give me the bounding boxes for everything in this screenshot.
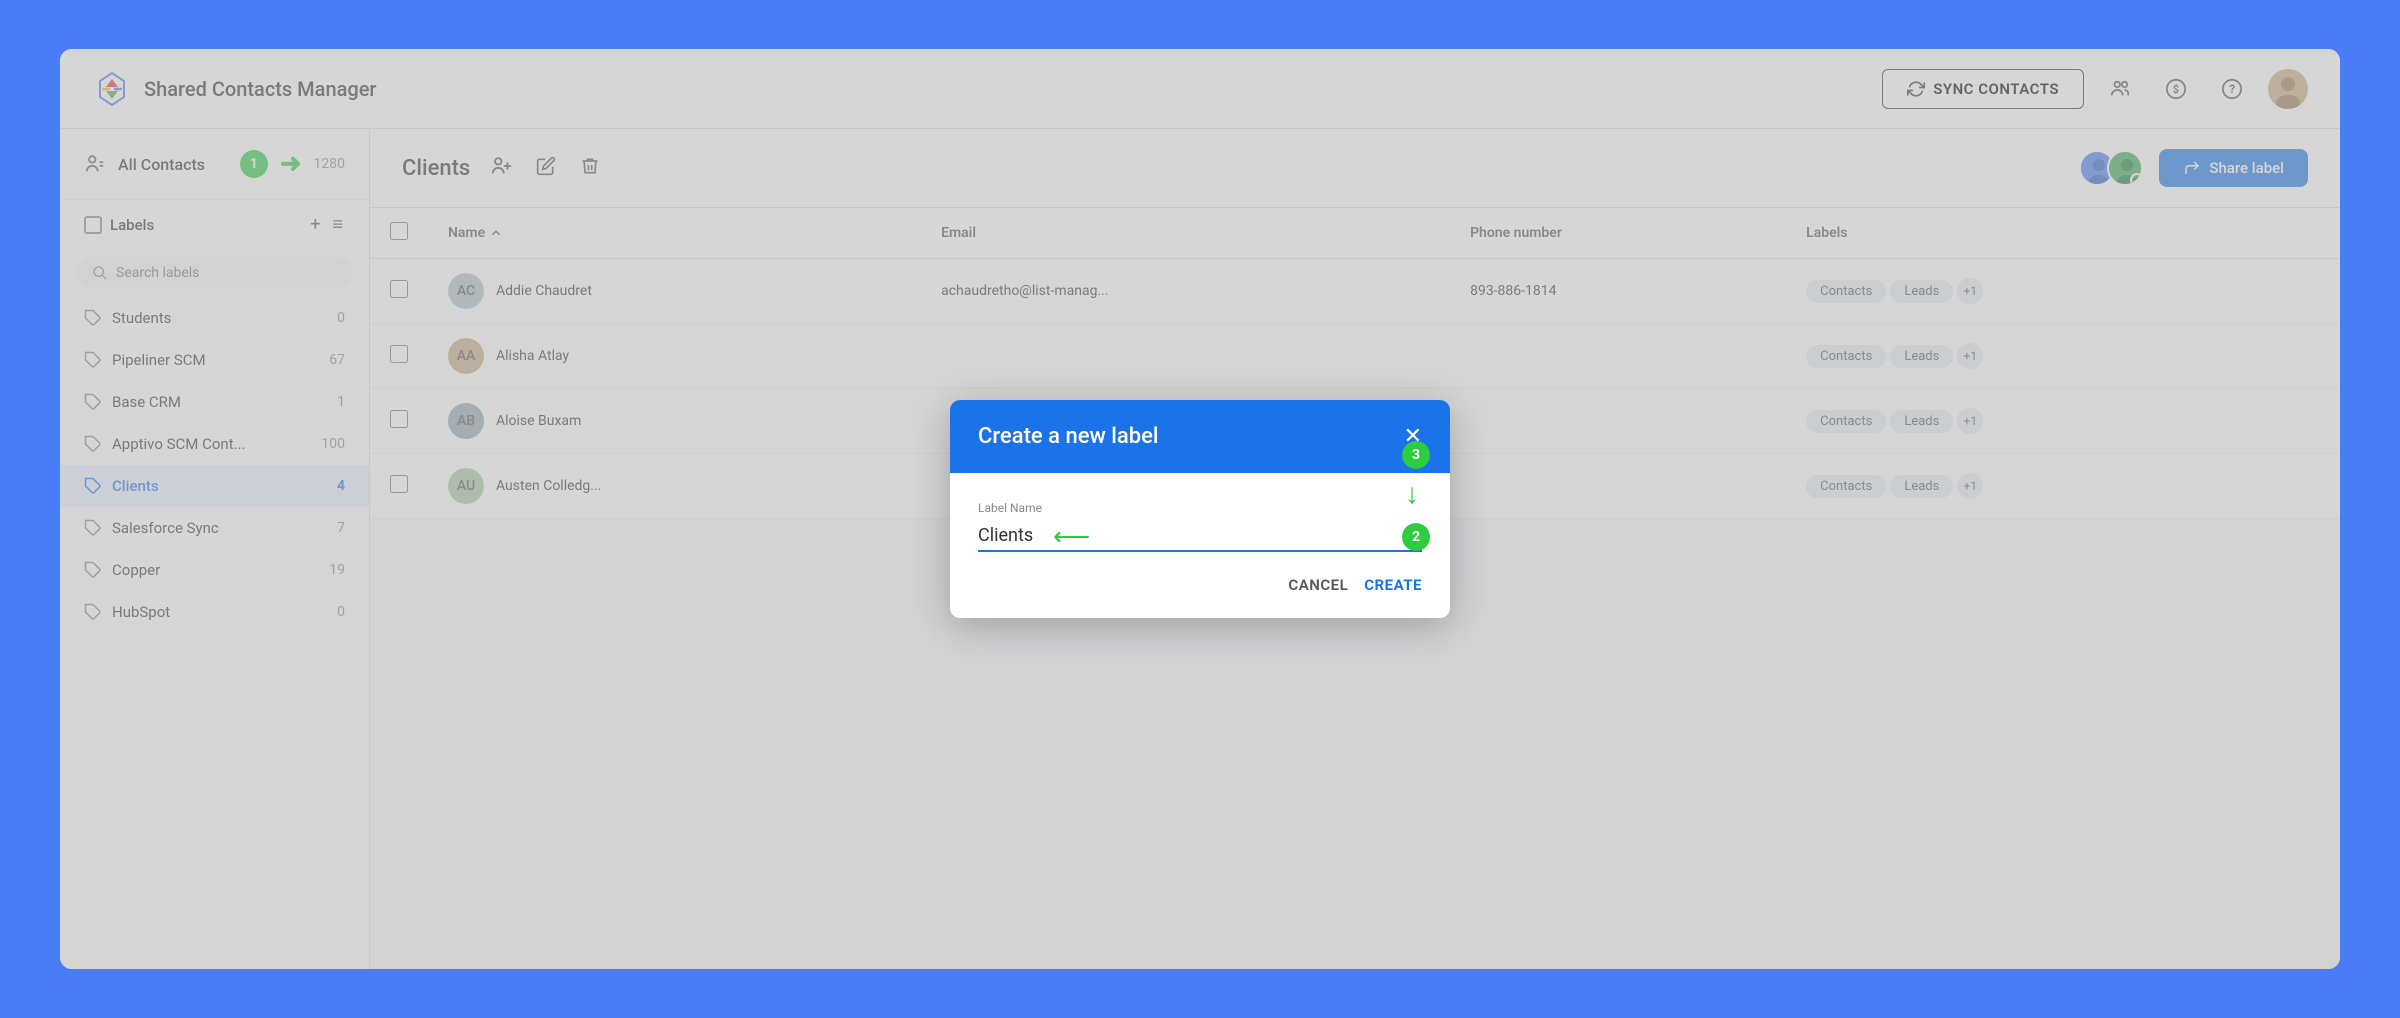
- modal-cancel-button[interactable]: CANCEL: [1288, 576, 1348, 594]
- label-name-input[interactable]: [978, 521, 1422, 552]
- modal-input-wrap: ⟵ 2 3 ↓: [978, 521, 1422, 552]
- modal-create-button[interactable]: CREATE: [1364, 576, 1422, 594]
- step3-arrow-icon: ↓: [1405, 477, 1419, 510]
- step3-badge: 3: [1402, 441, 1430, 469]
- modal-footer: CANCEL CREATE: [950, 560, 1450, 618]
- step2-badge: 2: [1402, 523, 1430, 551]
- create-label-modal: Create a new label ✕ Label Name ⟵ 2 3 ↓ …: [950, 400, 1450, 618]
- modal-body: Label Name ⟵ 2 3 ↓: [950, 473, 1450, 560]
- modal-header: Create a new label ✕: [950, 400, 1450, 473]
- modal-title: Create a new label: [978, 424, 1159, 449]
- modal-overlay: Create a new label ✕ Label Name ⟵ 2 3 ↓ …: [60, 49, 2340, 969]
- label-name-field-label: Label Name: [978, 501, 1422, 515]
- app-window: Shared Contacts Manager SYNC CONTACTS: [60, 49, 2340, 969]
